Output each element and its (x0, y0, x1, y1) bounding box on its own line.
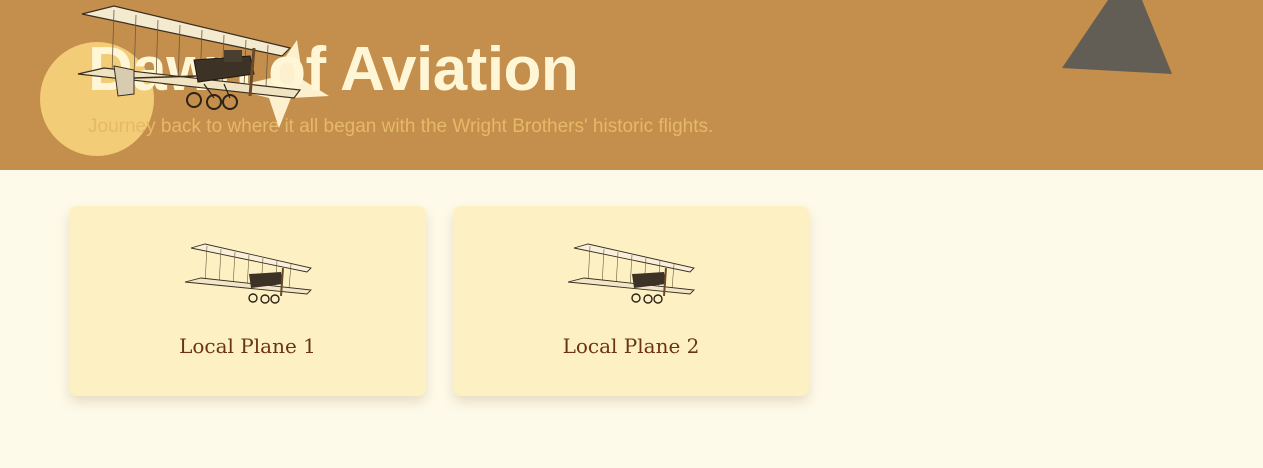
plane-card-label: Local Plane 2 (562, 334, 700, 358)
biplane-icon (184, 243, 312, 304)
plane-card-1[interactable]: Local Plane 1 (69, 206, 426, 396)
plane-card-2[interactable]: Local Plane 2 (453, 206, 809, 396)
biplane-icon (567, 243, 695, 304)
biplane-icon (77, 5, 302, 110)
triangle-shape (1062, 0, 1172, 74)
plane-card-label: Local Plane 1 (179, 334, 316, 358)
plane-card-list: Local Plane 1 Local Plane 2 (69, 206, 809, 396)
hero-banner: Dawn of Aviation Journey back to where i… (0, 0, 1263, 170)
page-subtitle: Journey back to where it all began with … (88, 116, 714, 137)
